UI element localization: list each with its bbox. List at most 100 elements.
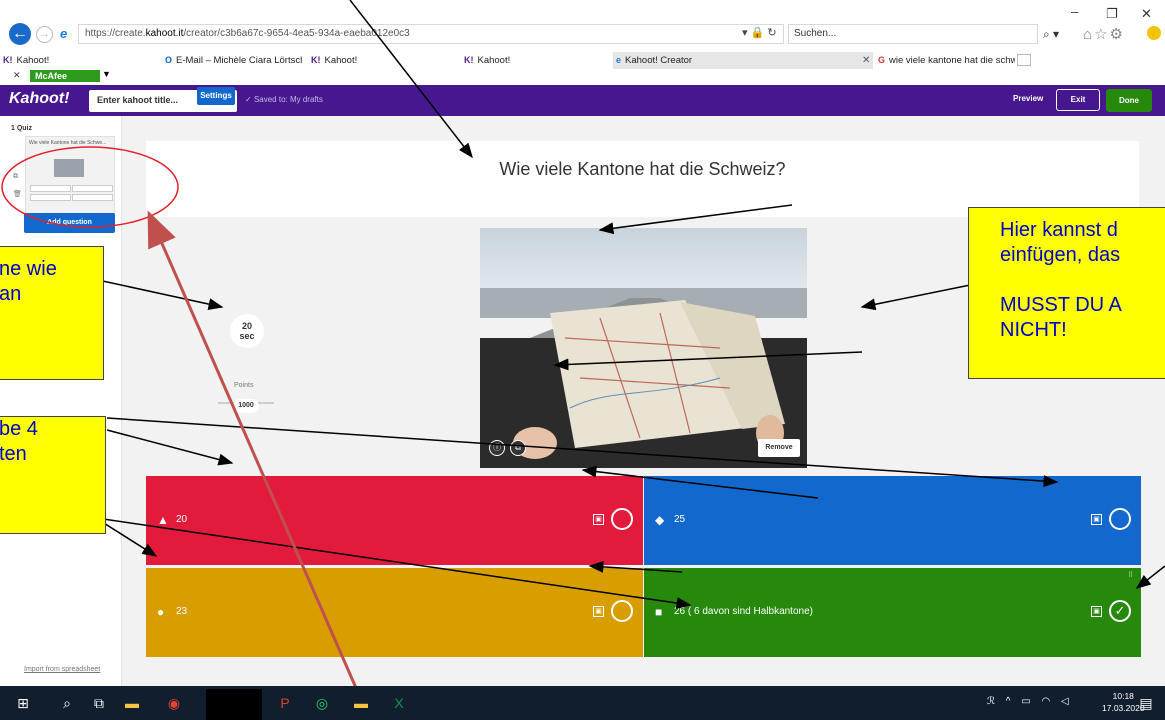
excel-icon[interactable]: X [390, 694, 408, 712]
answer-1[interactable]: ▲ 20 ▣ [146, 476, 643, 565]
redacted-app [206, 689, 262, 720]
square-icon: ■ [655, 605, 663, 619]
duplicate-icon[interactable]: ⧉ [13, 173, 18, 181]
add-question-button[interactable]: Add question [24, 213, 115, 233]
tab-kahoot-creator[interactable]: e Kahoot! Creator [613, 52, 873, 69]
thumb-question-text: Wie viele Kantone hat die Schwe... [29, 140, 107, 146]
triangle-icon: ▲ [157, 513, 169, 527]
answer-text[interactable]: 25 [674, 514, 685, 525]
notifications-icon[interactable]: ▤ [1137, 694, 1155, 712]
forward-button[interactable]: → [36, 26, 53, 43]
kahoot-tab-icon: K! [3, 55, 13, 65]
tab-email[interactable]: O E-Mail – Michèle Ciara Lörtsch... [162, 52, 302, 69]
close-toolbar-icon[interactable]: ✕ [13, 70, 21, 81]
question-image: ⓘ ⧉ Remove [480, 228, 807, 468]
delete-icon[interactable]: 🗑 [13, 190, 22, 198]
crop-image-icon[interactable]: ⧉ [510, 440, 526, 456]
tab-google-search[interactable]: Gwie viele kantone hat die schw... [875, 52, 1015, 69]
thumb-answer [72, 185, 113, 192]
thumb-answer [30, 185, 71, 192]
windows-taskbar: ⊞ ⌕ ⧉ ▬ ◉ P ◎ ▬ X ℛ ^ ▭ ◠ ◁ 10:18 17.03.2… [0, 686, 1165, 720]
google-icon: G [878, 55, 886, 65]
url-host: https://create. [85, 28, 146, 39]
answer-2[interactable]: ◆ 25 ▣ [644, 476, 1141, 565]
correct-checkmark-icon[interactable]: ✓ [1109, 600, 1131, 622]
settings-button[interactable]: Settings [197, 87, 235, 105]
search-icon[interactable]: ⌕ ▾ [1043, 27, 1059, 42]
tab-kahoot-1[interactable]: K! Kahoot! [0, 52, 154, 69]
refresh-icon[interactable]: ↻ [767, 27, 776, 39]
browser-nav-bar: ← → e https://create.kahoot.it/creator/c… [0, 22, 1165, 46]
tab-kahoot-2[interactable]: K! Kahoot! [308, 52, 458, 69]
done-button[interactable]: Done [1106, 89, 1152, 112]
answer-4[interactable]: ⠿ ■ 26 ( 6 davon sind Halbkantone) ▣ ✓ [644, 568, 1141, 657]
system-tray-icons[interactable]: ℛ ^ ▭ ◠ ◁ [987, 696, 1073, 707]
mcafee-dropdown-icon[interactable]: ▼ [102, 69, 111, 79]
new-tab-button[interactable] [1017, 54, 1031, 66]
question-thumbnail[interactable]: Wie viele Kantone hat die Schwe... [25, 136, 115, 218]
add-image-icon[interactable]: ▣ [1091, 606, 1102, 617]
minimize-icon[interactable]: – [1071, 4, 1078, 19]
mark-correct-toggle[interactable] [1109, 508, 1131, 530]
exit-button[interactable]: Exit [1056, 89, 1100, 111]
close-tab-icon[interactable]: ✕ [862, 52, 870, 69]
search-icon[interactable]: ⌕ [58, 694, 76, 712]
whatsapp-icon[interactable]: ◎ [313, 694, 331, 712]
explorer-folder-icon[interactable]: ▬ [352, 694, 370, 712]
home-icon[interactable]: ⌂ [1083, 26, 1094, 43]
favorites-star-icon[interactable]: ☆ [1094, 26, 1109, 43]
mcafee-button[interactable]: McAfee [30, 70, 100, 82]
preview-button[interactable]: Preview [1013, 94, 1043, 103]
remove-image-button[interactable]: Remove [758, 439, 800, 457]
drag-handle-icon[interactable]: ⠿ [1128, 571, 1133, 579]
import-spreadsheet-link[interactable]: Import from spreadsheet [24, 666, 100, 673]
add-image-icon[interactable]: ▣ [1091, 514, 1102, 525]
tab-label: Kahoot! [477, 55, 511, 66]
feedback-smiley-icon[interactable] [1147, 26, 1161, 40]
question-input[interactable]: Wie viele Kantone hat die Schweiz? [146, 141, 1139, 217]
note-time-text: ne wie an [0, 258, 57, 305]
powerpoint-icon[interactable]: P [276, 694, 294, 712]
kahoot-header: Kahoot! Enter kahoot title... Settings ✓… [0, 85, 1165, 116]
answer-text[interactable]: 20 [176, 514, 187, 525]
quiz-count-label: 1 Quiz [11, 125, 33, 132]
outlook-icon: O [165, 55, 173, 65]
dropdown-icon[interactable]: ▾ [742, 27, 748, 39]
search-input[interactable]: Suchen... [788, 24, 1038, 44]
ie-page-icon: e [60, 26, 68, 41]
mark-correct-toggle[interactable] [611, 508, 633, 530]
task-view-icon[interactable]: ⧉ [90, 694, 108, 712]
note-answers: be 4 ten [0, 416, 106, 534]
info-icon[interactable]: ⓘ [489, 440, 505, 456]
ie-tab-icon: e [616, 55, 622, 65]
mark-correct-toggle[interactable] [611, 600, 633, 622]
answer-3[interactable]: ● 23 ▣ [146, 568, 643, 657]
lock-icon[interactable]: 🔒 [751, 27, 765, 39]
kahoot-logo[interactable]: Kahoot! [9, 90, 69, 108]
close-window-icon[interactable]: ✕ [1141, 6, 1152, 22]
add-image-icon[interactable]: ▣ [593, 514, 604, 525]
chrome-icon[interactable]: ◉ [165, 694, 183, 712]
toolbar-icons: ⌂☆⚙ [1083, 25, 1125, 43]
note-image-text: Hier kannst d einfügen, das MUSST DU A N… [1000, 219, 1122, 341]
points-value[interactable]: 1000 [233, 399, 259, 413]
circle-icon: ● [157, 605, 165, 619]
gear-icon[interactable]: ⚙ [1110, 26, 1125, 43]
restore-icon[interactable]: ❐ [1106, 6, 1118, 22]
add-image-icon[interactable]: ▣ [593, 606, 604, 617]
file-explorer-icon[interactable]: ▬ [123, 694, 141, 712]
windows-start-icon[interactable]: ⊞ [14, 694, 32, 712]
saved-status: ✓ Saved to: My drafts [245, 95, 323, 104]
back-button[interactable]: ← [9, 23, 31, 45]
question-sidebar: 1 Quiz Wie viele Kantone hat die Schwe..… [0, 116, 122, 686]
kahoot-tab-icon: K! [311, 55, 321, 65]
diamond-icon: ◆ [655, 513, 665, 527]
thumb-answer [30, 194, 71, 201]
tab-kahoot-3[interactable]: K! Kahoot! [461, 52, 609, 69]
address-bar[interactable]: https://create.kahoot.it/creator/c3b6a67… [78, 24, 784, 44]
clock-time: 10:18 [1112, 691, 1134, 701]
answer-text[interactable]: 26 ( 6 davon sind Halbkantone) [674, 606, 813, 617]
time-limit-button[interactable]: 20 sec [230, 314, 264, 348]
answer-text[interactable]: 23 [176, 606, 187, 617]
favorites-bar: ✕ McAfee ▼ [0, 69, 1165, 83]
